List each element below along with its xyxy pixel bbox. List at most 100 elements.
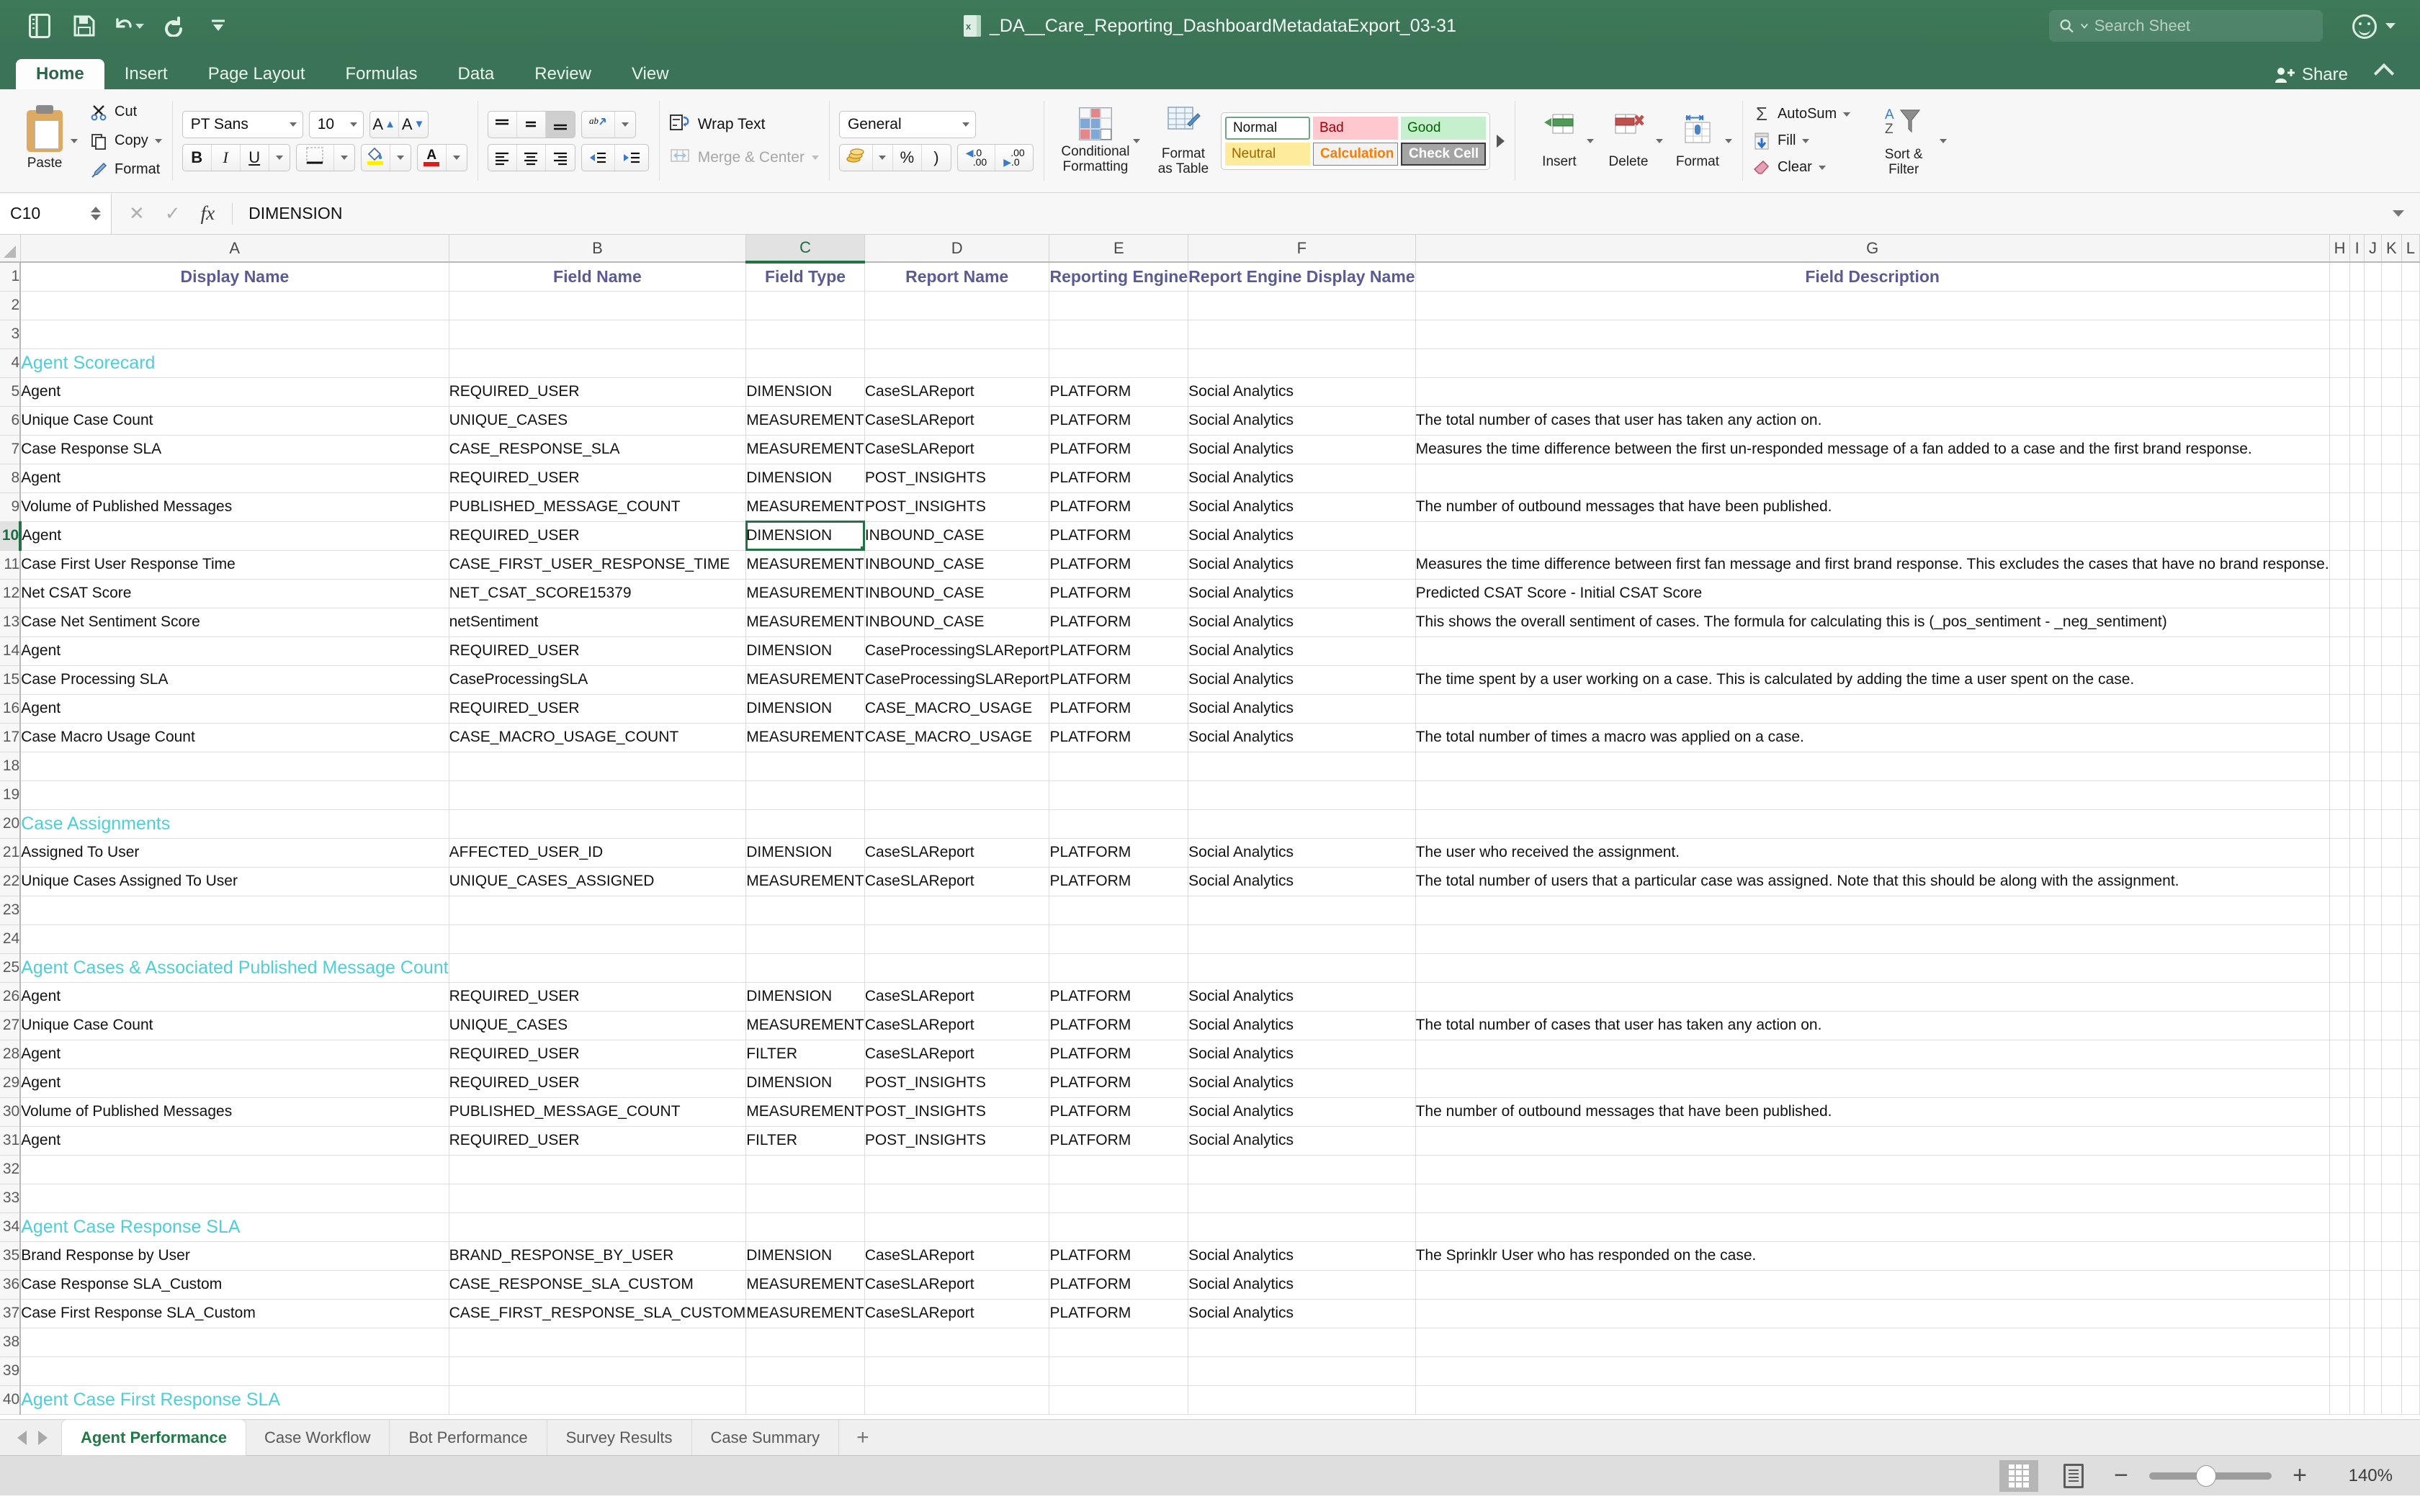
column-header-k[interactable]: K: [2381, 235, 2402, 263]
grid-cell[interactable]: [2364, 1126, 2383, 1156]
wrap-text-button[interactable]: Wrap Text: [669, 111, 819, 138]
section-title-cell[interactable]: [864, 348, 1050, 378]
section-title-cell[interactable]: [449, 1212, 747, 1242]
section-title-cell[interactable]: [2349, 953, 2365, 983]
grid-cell[interactable]: [1049, 1356, 1189, 1386]
grid-cell[interactable]: PUBLISHED_MESSAGE_COUNT: [449, 1097, 747, 1127]
grid-cell[interactable]: [2381, 464, 2402, 493]
page-layout-view-button[interactable]: [2054, 1460, 2093, 1492]
column-title-cell[interactable]: Reporting Engine: [1049, 262, 1189, 292]
grid-cell[interactable]: [2329, 896, 2351, 925]
grid-cell[interactable]: [2364, 896, 2383, 925]
grid-cell[interactable]: [2349, 377, 2365, 407]
text-orientation-dropdown-button[interactable]: [615, 112, 635, 138]
increase-decimal-button[interactable]: ◀.0.00: [958, 144, 995, 171]
grid-cell[interactable]: CaseSLAReport: [864, 1241, 1050, 1271]
grid-cell[interactable]: PLATFORM: [1049, 636, 1189, 666]
grid-cell[interactable]: [449, 320, 747, 349]
row-header-20[interactable]: 20: [0, 809, 22, 839]
save-icon[interactable]: [69, 11, 99, 41]
font-name-selector[interactable]: PT Sans: [182, 110, 303, 138]
column-title-cell[interactable]: Field Description: [1415, 262, 2330, 292]
grid-cell[interactable]: [2349, 1097, 2365, 1127]
grid-cell[interactable]: Social Analytics: [1188, 377, 1416, 407]
grid-cell[interactable]: REQUIRED_USER: [449, 694, 747, 724]
column-header-h[interactable]: H: [2329, 235, 2351, 263]
grid-cell[interactable]: [2381, 867, 2402, 896]
merge-center-button[interactable]: Merge & Center: [669, 144, 819, 171]
section-title-cell[interactable]: [1049, 953, 1189, 983]
grid-cell[interactable]: REQUIRED_USER: [449, 1040, 747, 1069]
grid-cell[interactable]: Social Analytics: [1188, 521, 1416, 551]
grid-cell[interactable]: [2329, 1126, 2351, 1156]
grid-cell[interactable]: The user who received the assignment.: [1415, 838, 2330, 868]
delete-cells-button[interactable]: Delete: [1594, 112, 1663, 169]
section-title-cell[interactable]: [1049, 1212, 1189, 1242]
row-header-21[interactable]: 21: [0, 838, 22, 868]
grid-cell[interactable]: CaseProcessingSLA: [449, 665, 747, 695]
grid-cell[interactable]: FILTER: [745, 1126, 865, 1156]
section-title-cell[interactable]: Case Assignments: [20, 809, 449, 839]
grid-cell[interactable]: PLATFORM: [1049, 406, 1189, 436]
underline-dropdown-button[interactable]: [269, 145, 290, 171]
grid-cell[interactable]: [2381, 579, 2402, 608]
cell-style-normal[interactable]: Normal: [1224, 116, 1310, 140]
grid-cell[interactable]: [864, 1328, 1050, 1357]
grid-cell[interactable]: The number of outbound messages that hav…: [1415, 492, 2330, 522]
grid-cell[interactable]: [1188, 320, 1416, 349]
grid-cell[interactable]: [2381, 1356, 2402, 1386]
section-title-cell[interactable]: [2381, 953, 2402, 983]
column-title-cell[interactable]: [2349, 262, 2365, 292]
grid-cell[interactable]: [449, 780, 747, 810]
row-header-31[interactable]: 31: [0, 1126, 22, 1156]
grid-cell[interactable]: Social Analytics: [1188, 1011, 1416, 1040]
grid-cell[interactable]: [2329, 867, 2351, 896]
grid-cell[interactable]: INBOUND_CASE: [864, 550, 1050, 580]
grid-cell[interactable]: The time spent by a user working on a ca…: [1415, 665, 2330, 695]
grid-cell[interactable]: [2401, 636, 2420, 666]
grid-cell[interactable]: The total number of cases that user has …: [1415, 1011, 2330, 1040]
grid-cell[interactable]: PLATFORM: [1049, 1011, 1189, 1040]
grid-cell[interactable]: [2349, 752, 2365, 781]
grid-cell[interactable]: [2329, 838, 2351, 868]
grid-cell[interactable]: [2401, 1126, 2420, 1156]
grid-cell[interactable]: Case Processing SLA: [20, 665, 449, 695]
grid-cell[interactable]: [2401, 896, 2420, 925]
grid-cell[interactable]: Brand Response by User: [20, 1241, 449, 1271]
grid-cell[interactable]: [2401, 406, 2420, 436]
grid-cell[interactable]: Assigned To User: [20, 838, 449, 868]
grid-cell[interactable]: MEASUREMENT: [745, 550, 865, 580]
grid-cell[interactable]: [2349, 665, 2365, 695]
grid-cell[interactable]: [2401, 291, 2420, 320]
grid-cell[interactable]: Agent: [20, 694, 449, 724]
section-title-cell[interactable]: Agent Case Response SLA: [20, 1212, 449, 1242]
grid-cell[interactable]: MEASUREMENT: [745, 723, 865, 752]
grid-cell[interactable]: [745, 320, 865, 349]
column-header-i[interactable]: I: [2349, 235, 2365, 263]
row-header-23[interactable]: 23: [0, 896, 22, 925]
grid-cell[interactable]: [864, 1184, 1050, 1213]
conditional-formatting-caret-icon[interactable]: [1132, 138, 1140, 143]
grid-cell[interactable]: Case Response SLA: [20, 435, 449, 464]
grid-cell[interactable]: [1415, 636, 2330, 666]
row-header-39[interactable]: 39: [0, 1356, 22, 1386]
grid-cell[interactable]: [1049, 1184, 1189, 1213]
grid-cell[interactable]: DIMENSION: [745, 982, 865, 1012]
grid-cell[interactable]: [2329, 665, 2351, 695]
grid-cell[interactable]: [2364, 1068, 2383, 1098]
grid-cell[interactable]: [2381, 435, 2402, 464]
section-title-cell[interactable]: [449, 809, 747, 839]
name-box-spinner-icon[interactable]: [91, 207, 101, 220]
paste-button[interactable]: Paste: [10, 105, 79, 171]
grid-cell[interactable]: [745, 291, 865, 320]
grid-cell[interactable]: [2401, 780, 2420, 810]
sheet-tab-bot-performance[interactable]: Bot Performance: [390, 1420, 547, 1455]
autosum-caret-icon[interactable]: [1843, 112, 1851, 117]
section-title-cell[interactable]: [745, 1385, 865, 1415]
grid-cell[interactable]: Net CSAT Score: [20, 579, 449, 608]
grid-cell[interactable]: Social Analytics: [1188, 579, 1416, 608]
sheet-tab-survey-results[interactable]: Survey Results: [547, 1420, 692, 1455]
column-header-j[interactable]: J: [2364, 235, 2383, 263]
grid-cell[interactable]: [2349, 1011, 2365, 1040]
grid-cell[interactable]: CaseSLAReport: [864, 377, 1050, 407]
